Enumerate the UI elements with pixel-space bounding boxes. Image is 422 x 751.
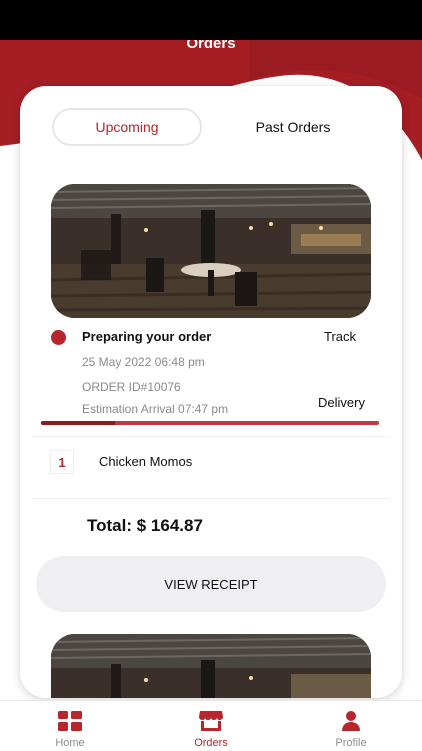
page-title: Orders	[186, 40, 236, 52]
store-icon	[199, 711, 223, 731]
tab-upcoming[interactable]: Upcoming	[52, 108, 202, 146]
order-progress-fill	[41, 421, 116, 425]
status-dot-icon	[51, 330, 66, 345]
nav-home-label: Home	[55, 737, 85, 749]
nav-profile[interactable]: Profile	[301, 701, 401, 751]
restaurant-image	[51, 184, 371, 318]
nav-orders-label: Orders	[194, 737, 228, 749]
status-bar	[0, 0, 422, 40]
restaurant-image	[51, 634, 371, 698]
tab-past-orders[interactable]: Past Orders	[220, 108, 366, 146]
nav-profile-label: Profile	[335, 737, 367, 749]
item-quantity: 1	[50, 450, 74, 474]
item-name: Chicken Momos	[99, 454, 193, 469]
divider	[32, 498, 390, 499]
order-card: Upcoming Past Orders Preparing your orde…	[20, 86, 402, 698]
nav-orders[interactable]: Orders	[161, 701, 261, 751]
estimated-arrival: Estimation Arrival 07:47 pm	[82, 402, 229, 416]
order-progress-bar	[41, 421, 379, 425]
delivery-type: Delivery	[318, 395, 365, 410]
order-total: Total: $ 164.87	[87, 516, 203, 535]
view-receipt-button[interactable]: VIEW RECEIPT	[36, 556, 386, 612]
divider	[32, 436, 390, 437]
order-status: Preparing your order	[82, 329, 212, 344]
grid-icon	[58, 711, 82, 731]
order-date: 25 May 2022 06:48 pm	[82, 355, 205, 369]
order-id: ORDER ID#10076	[82, 380, 181, 394]
nav-home[interactable]: Home	[20, 701, 120, 751]
bottom-navigation: Home Orders Profile	[0, 700, 422, 751]
person-icon	[342, 711, 360, 731]
track-link[interactable]: Track	[324, 329, 356, 344]
